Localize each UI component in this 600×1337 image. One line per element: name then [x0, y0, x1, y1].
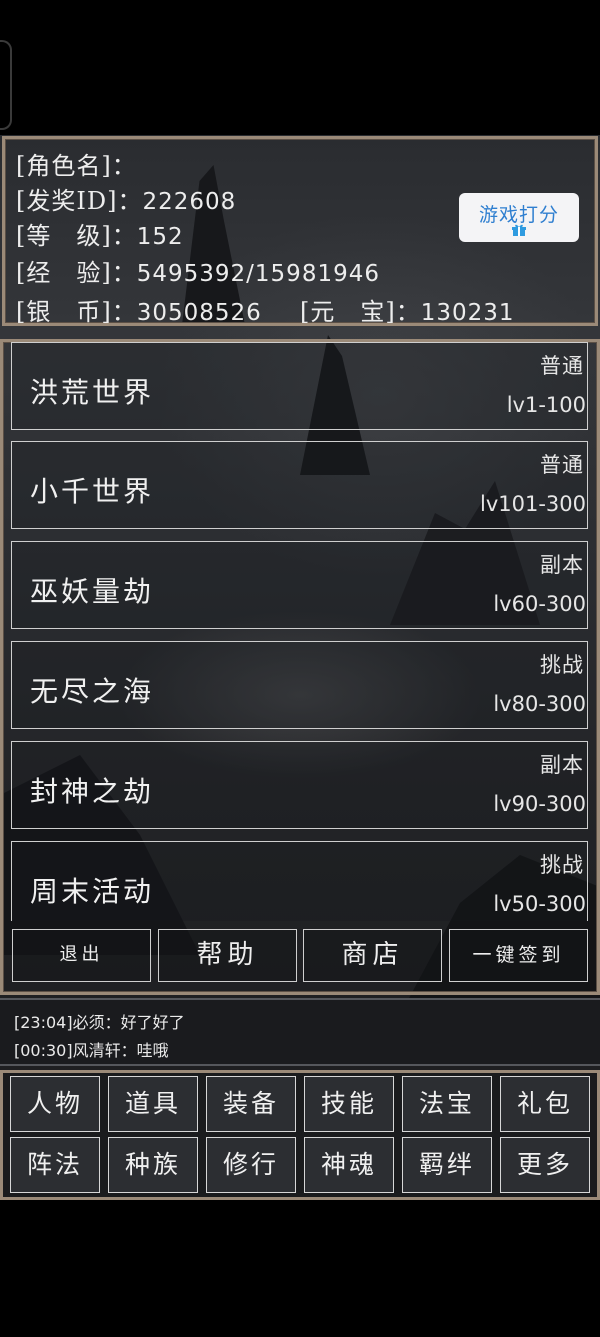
map-item[interactable]: 封神之劫 副本 lv90-300: [11, 741, 588, 829]
map-name: 巫妖量劫: [30, 575, 155, 608]
bottom-bar: [0, 1200, 600, 1337]
player-exp-row: [经 验]：5495392/15981946: [16, 253, 380, 288]
map-name: 小千世界: [30, 475, 155, 508]
top-bar: [0, 0, 600, 135]
checkin-button[interactable]: 一键签到: [449, 929, 588, 982]
map-item[interactable]: 洪荒世界 普通 lv1-100: [11, 342, 588, 430]
menu-cultivation-button[interactable]: 修行: [206, 1137, 296, 1193]
map-level-range: lv80-300: [493, 692, 586, 716]
map-level-range: lv50-300: [493, 892, 586, 916]
map-level-range: lv1-100: [506, 393, 586, 417]
menu-gift-pack-button[interactable]: 礼包: [500, 1076, 590, 1132]
edge-handle-icon: [0, 40, 12, 130]
map-type-badge: 挑战: [540, 853, 584, 877]
map-type-badge: 普通: [540, 354, 584, 378]
player-silver-value: 30508526: [136, 300, 262, 326]
rate-game-button[interactable]: 游戏打分: [459, 193, 579, 242]
map-type-badge: 普通: [540, 453, 584, 477]
map-level-range: lv101-300: [479, 492, 586, 516]
player-level-row: [等 级]：152: [16, 216, 184, 251]
menu-formation-button[interactable]: 阵法: [10, 1137, 100, 1193]
player-silver-row: [银 币]：30508526: [16, 292, 262, 327]
player-level-label: [等 级]：: [16, 222, 137, 250]
player-id-label: [发奖ID]：: [16, 187, 143, 215]
player-ingot-value: 130231: [420, 300, 515, 326]
player-exp-label: [经 验]：: [16, 259, 137, 287]
menu-more-button[interactable]: 更多: [500, 1137, 590, 1193]
menu-skills-button[interactable]: 技能: [304, 1076, 394, 1132]
map-item[interactable]: 周末活动 挑战 lv50-300: [11, 841, 588, 921]
map-item[interactable]: 无尽之海 挑战 lv80-300: [11, 641, 588, 729]
player-level-value: 152: [136, 224, 184, 250]
map-item[interactable]: 巫妖量劫 副本 lv60-300: [11, 541, 588, 629]
menu-soul-button[interactable]: 神魂: [304, 1137, 394, 1193]
map-item[interactable]: 小千世界 普通 lv101-300: [11, 441, 588, 529]
player-name-label: [角色名]：: [16, 152, 137, 180]
player-ingot-row: [元 宝]：130231: [300, 292, 515, 327]
menu-bond-button[interactable]: 羁绊: [402, 1137, 492, 1193]
map-level-range: lv60-300: [493, 592, 586, 616]
map-level-range: lv90-300: [493, 792, 586, 816]
player-id-row: [发奖ID]：222608: [16, 181, 236, 216]
menu-treasure-button[interactable]: 法宝: [402, 1076, 492, 1132]
player-silver-label: [银 币]：: [16, 298, 137, 326]
map-name: 洪荒世界: [30, 376, 155, 409]
map-type-badge: 副本: [540, 553, 584, 577]
player-ingot-label: [元 宝]：: [300, 298, 421, 326]
map-name: 周末活动: [30, 875, 155, 908]
map-type-badge: 挑战: [540, 653, 584, 677]
map-name: 无尽之海: [30, 675, 155, 708]
map-name: 封神之劫: [30, 775, 155, 808]
shop-button[interactable]: 商店: [303, 929, 442, 982]
exit-button[interactable]: 退出: [12, 929, 151, 982]
map-type-badge: 副本: [540, 753, 584, 777]
menu-race-button[interactable]: 种族: [108, 1137, 198, 1193]
menu-character-button[interactable]: 人物: [10, 1076, 100, 1132]
menu-equipment-button[interactable]: 装备: [206, 1076, 296, 1132]
menu-items-button[interactable]: 道具: [108, 1076, 198, 1132]
help-button[interactable]: 帮助: [158, 929, 297, 982]
chat-message: [00:30]风清轩：哇哦: [14, 1041, 169, 1060]
chat-panel[interactable]: [23:04]必须：好了好了 [00:30]风清轩：哇哦: [0, 998, 600, 1066]
gift-icon: [512, 224, 526, 236]
player-exp-value: 5495392/15981946: [136, 261, 380, 287]
player-id-value: 222608: [142, 189, 237, 215]
chat-message: [23:04]必须：好了好了: [14, 1013, 185, 1032]
player-name-row: [角色名]：: [16, 146, 137, 181]
